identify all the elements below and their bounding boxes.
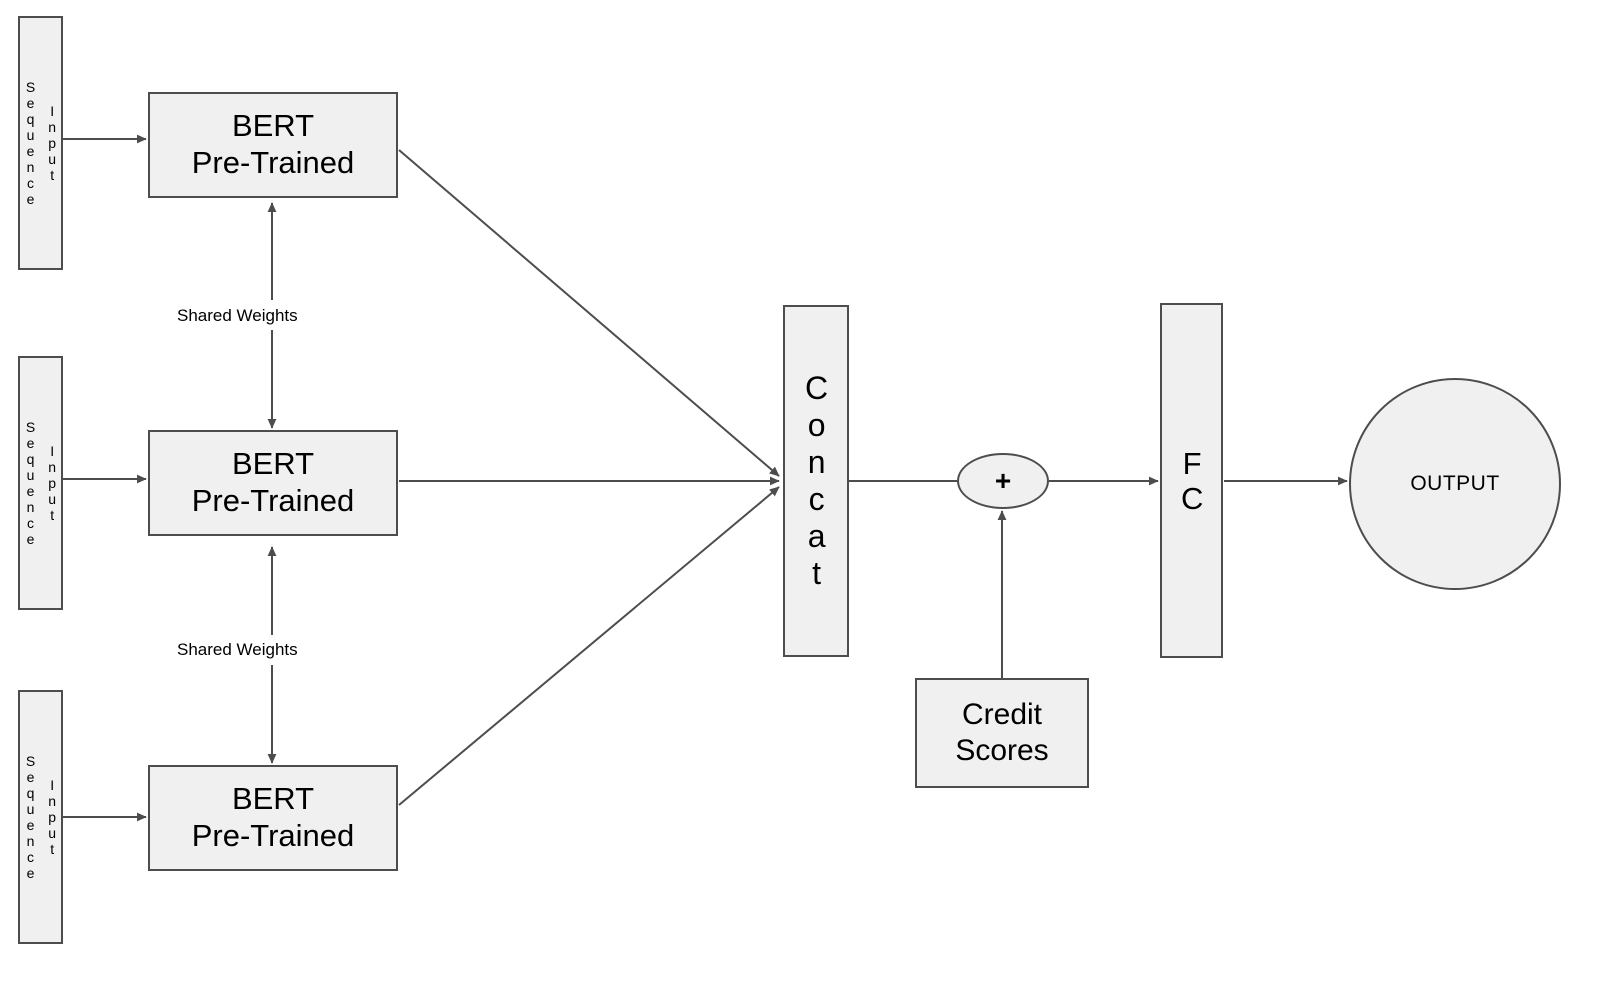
edge-bert1-to-concat bbox=[398, 149, 780, 477]
concat-box: Concat bbox=[783, 305, 849, 657]
concat-label: Concat bbox=[798, 370, 835, 592]
input-sequence-label-3: Input Sequence bbox=[22, 753, 61, 881]
input-sequence-box-3: Input Sequence bbox=[18, 690, 63, 944]
input-sequence-label-1: Input Sequence bbox=[22, 79, 61, 207]
add-operator-node: + bbox=[957, 453, 1049, 509]
bert-pretrained-box-3: BERT Pre-Trained bbox=[148, 765, 398, 871]
bert-label-1-line2: Pre-Trained bbox=[191, 145, 355, 180]
add-operator-label: + bbox=[994, 465, 1012, 496]
diagram-canvas: Input Sequence Input Sequence Input Sequ… bbox=[0, 0, 1614, 984]
fc-label: FC bbox=[1174, 445, 1210, 516]
shared-weights-label-top: Shared Weights bbox=[177, 306, 298, 325]
fc-box: FC bbox=[1160, 303, 1223, 658]
output-node: OUTPUT bbox=[1349, 378, 1561, 590]
bert-label-3-line2: Pre-Trained bbox=[191, 818, 355, 853]
bert-label-3-line1: BERT bbox=[231, 781, 315, 817]
credit-scores-box: Credit Scores bbox=[915, 678, 1089, 788]
input-sequence-box-2: Input Sequence bbox=[18, 356, 63, 610]
output-label: OUTPUT bbox=[1410, 472, 1500, 495]
credit-scores-label-line2: Scores bbox=[955, 734, 1049, 767]
input-sequence-label-2: Input Sequence bbox=[22, 419, 61, 547]
bert-label-2-line1: BERT bbox=[231, 446, 315, 482]
input-sequence-box-1: Input Sequence bbox=[18, 16, 63, 270]
bert-pretrained-box-2: BERT Pre-Trained bbox=[148, 430, 398, 536]
bert-pretrained-box-1: BERT Pre-Trained bbox=[148, 92, 398, 198]
bert-label-2-line2: Pre-Trained bbox=[191, 483, 355, 518]
bert-label-1-line1: BERT bbox=[231, 108, 315, 144]
edge-bert3-to-concat bbox=[398, 486, 780, 806]
shared-weights-label-bottom: Shared Weights bbox=[177, 640, 298, 659]
credit-scores-label-line1: Credit bbox=[961, 698, 1043, 731]
